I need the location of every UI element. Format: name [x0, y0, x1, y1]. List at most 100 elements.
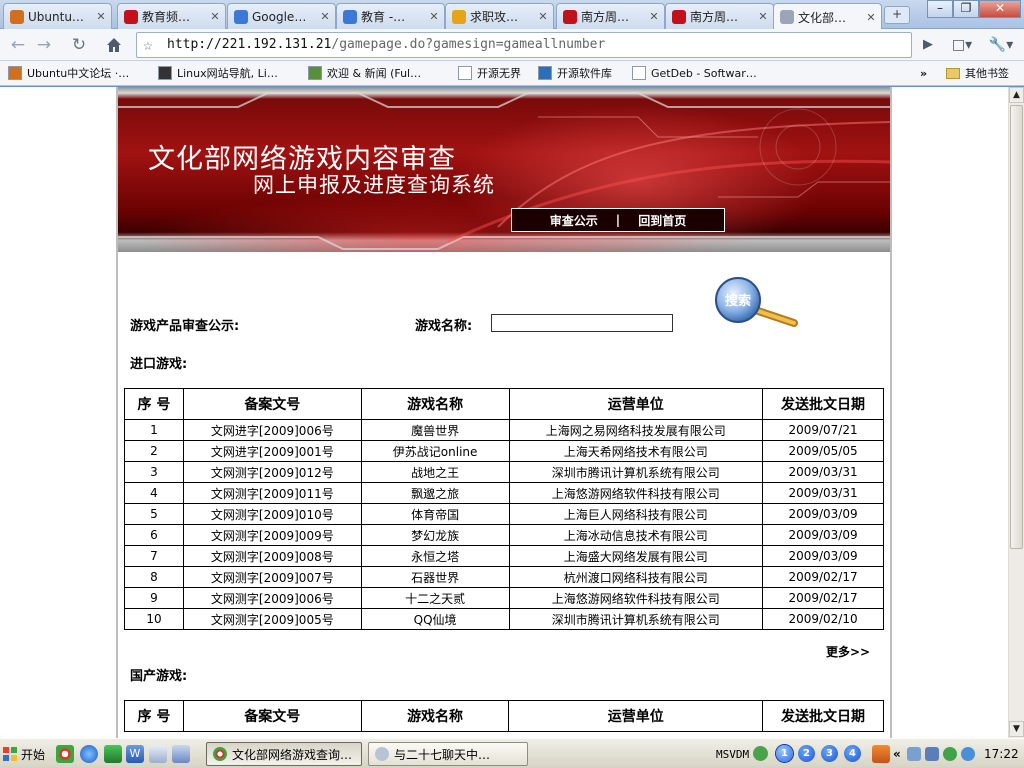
- start-button[interactable]: 开始: [2, 742, 50, 766]
- folder-icon: [946, 67, 960, 79]
- media-quicklaunch-icon[interactable]: [104, 745, 122, 763]
- system-clock[interactable]: 17:22: [984, 744, 1019, 764]
- tux-icon: [158, 66, 172, 80]
- scrollbar-thumb[interactable]: [1010, 105, 1023, 549]
- more-link[interactable]: 更多>>: [826, 643, 870, 660]
- bookmark-item[interactable]: 开源软件库: [538, 64, 612, 82]
- scroll-down-button[interactable]: ▼: [1009, 721, 1024, 737]
- taskbar-task[interactable]: 与二十七聊天中…: [368, 742, 528, 766]
- bookmark-item[interactable]: GetDeb - Softwar…: [632, 64, 757, 82]
- bookmark-item[interactable]: 欢迎 & 新闻 (Ful…: [308, 64, 421, 82]
- record-number: 文网测字[2009]011号: [182, 482, 362, 504]
- page-menu-icon: □▾: [951, 37, 973, 53]
- tab-2[interactable]: 教育频… ✕: [117, 3, 226, 29]
- close-tab-icon[interactable]: ✕: [537, 10, 549, 23]
- table-row: 6 文网测字[2009]009号 梦幻龙族 上海冰动信息技术有限公司 2009/03/0…: [124, 524, 884, 546]
- address-bar[interactable]: ☆ http://221.192.131.21/gamepage.do?game…: [136, 32, 912, 58]
- qq-quicklaunch-icon[interactable]: [149, 745, 167, 763]
- workspace-4-button[interactable]: 4: [844, 745, 861, 762]
- domestic-games-heading: 国产游戏:: [130, 669, 188, 684]
- bookmark-item[interactable]: Linux网站导航, Li…: [158, 64, 278, 82]
- col-header-operator: 运营单位: [508, 388, 764, 420]
- close-tab-icon[interactable]: ✕: [865, 11, 877, 24]
- record-number: 文网测字[2009]009号: [182, 524, 362, 546]
- bookmark-label: 开源软件库: [557, 67, 612, 80]
- tray-icon-4[interactable]: [961, 747, 975, 761]
- close-tab-icon[interactable]: ✕: [648, 10, 660, 23]
- tab-5[interactable]: 求职攻… ✕: [445, 3, 554, 29]
- close-tab-icon[interactable]: ✕: [757, 10, 769, 23]
- cctv-icon: [124, 9, 138, 24]
- new-tab-button[interactable]: +: [884, 6, 910, 24]
- close-tab-icon[interactable]: ✕: [95, 10, 107, 23]
- tab-8[interactable]: 文化部… ✕: [773, 3, 882, 30]
- word-quicklaunch-icon[interactable]: W: [126, 745, 144, 763]
- task-label: 与二十七聊天中…: [394, 747, 491, 762]
- table-row: 10 文网测字[2009]005号 QQ仙境 深圳市腾讯计算机系统有限公司 2009/0…: [124, 608, 884, 630]
- row-index: 4: [124, 482, 184, 504]
- tab-3[interactable]: Google… ✕: [227, 3, 336, 29]
- close-window-button[interactable]: ✕: [979, 0, 1021, 18]
- tray-icon-2[interactable]: [925, 747, 939, 761]
- scroll-up-button[interactable]: ▲: [1009, 87, 1024, 103]
- chrome-quicklaunch-icon[interactable]: [56, 745, 74, 763]
- ie-quicklaunch-icon[interactable]: [80, 745, 98, 763]
- game-name: 飘邈之旅: [360, 482, 510, 504]
- ime-status-icon[interactable]: [753, 746, 768, 761]
- col-header-index: 序 号: [124, 700, 184, 732]
- go-button[interactable]: ▶: [916, 34, 940, 56]
- maximize-button[interactable]: ❐: [953, 0, 979, 18]
- windows-logo-icon: [3, 747, 17, 761]
- bookmark-item[interactable]: 开源无界: [458, 64, 521, 82]
- imported-games-heading: 进口游戏:: [130, 357, 188, 372]
- show-desktop-icon[interactable]: [172, 745, 190, 763]
- close-tab-icon[interactable]: ✕: [428, 10, 440, 23]
- tray-app-icon[interactable]: [872, 745, 890, 763]
- home-button[interactable]: [102, 34, 126, 56]
- close-tab-icon[interactable]: ✕: [209, 10, 221, 23]
- ubuntu-icon: [8, 66, 22, 80]
- ime-indicator[interactable]: MSVDM: [716, 744, 749, 764]
- row-index: 2: [124, 440, 184, 462]
- game-name: 体育帝国: [360, 503, 510, 525]
- workspace-3-button[interactable]: 3: [821, 745, 838, 762]
- vertical-scrollbar[interactable]: ▲ ▼: [1008, 87, 1024, 738]
- page-menu-button[interactable]: □▾: [948, 34, 976, 56]
- workspace-2-button[interactable]: 2: [798, 745, 815, 762]
- tray-expand-button[interactable]: «: [893, 744, 901, 764]
- nav-home-link[interactable]: 回到首页: [638, 212, 686, 229]
- other-bookmarks-folder[interactable]: 其他书签: [946, 64, 1009, 82]
- bookmarks-overflow-button[interactable]: »: [920, 64, 927, 82]
- tray-icon-1[interactable]: [907, 747, 921, 761]
- col-header-index: 序 号: [124, 388, 184, 420]
- bookmark-label: 欢迎 & 新闻 (Ful…: [327, 67, 422, 80]
- reload-button[interactable]: ↻: [67, 34, 91, 56]
- back-button[interactable]: ←: [6, 34, 30, 56]
- taskbar-task[interactable]: 文化部网络游戏查询…: [206, 742, 362, 766]
- page-content: 文化部网络游戏内容审查 网上申报及进度查询系统 审查公示 | 回到首页 游戏产品…: [116, 87, 892, 738]
- forward-button[interactable]: →: [32, 34, 56, 56]
- search-button[interactable]: 搜索: [714, 276, 806, 332]
- tab-4[interactable]: 教育 -… ✕: [336, 3, 445, 29]
- bookmark-item[interactable]: Ubuntu中文论坛 ·…: [8, 64, 129, 82]
- tab-1[interactable]: Ubuntu… ✕: [3, 3, 112, 29]
- record-number: 文网测字[2009]005号: [182, 608, 362, 630]
- bookmarks-bar: Ubuntu中文论坛 ·… Linux网站导航, Li… 欢迎 & 新闻 (Ful……: [0, 61, 1024, 86]
- workspace-1-button[interactable]: 1: [776, 745, 793, 762]
- col-header-game-name: 游戏名称: [360, 388, 510, 420]
- approval-date: 2009/03/31: [762, 482, 884, 504]
- col-header-record-no: 备案文号: [182, 700, 362, 732]
- close-tab-icon[interactable]: ✕: [319, 10, 331, 23]
- row-index: 1: [124, 419, 184, 441]
- page-icon: [452, 9, 466, 24]
- bookmark-star-icon[interactable]: ☆: [143, 33, 153, 57]
- record-number: 文网测字[2009]006号: [182, 587, 362, 609]
- game-name-input[interactable]: [491, 314, 673, 332]
- tab-7[interactable]: 南方周… ✕: [665, 3, 774, 29]
- tray-icon-3[interactable]: [943, 747, 957, 761]
- tab-label: 文化部…: [798, 10, 847, 25]
- nav-publicity-link[interactable]: 审查公示: [550, 212, 598, 229]
- tools-menu-button[interactable]: 🔧▾: [984, 34, 1018, 56]
- minimize-button[interactable]: –: [927, 0, 953, 18]
- tab-6[interactable]: 南方周… ✕: [556, 3, 665, 29]
